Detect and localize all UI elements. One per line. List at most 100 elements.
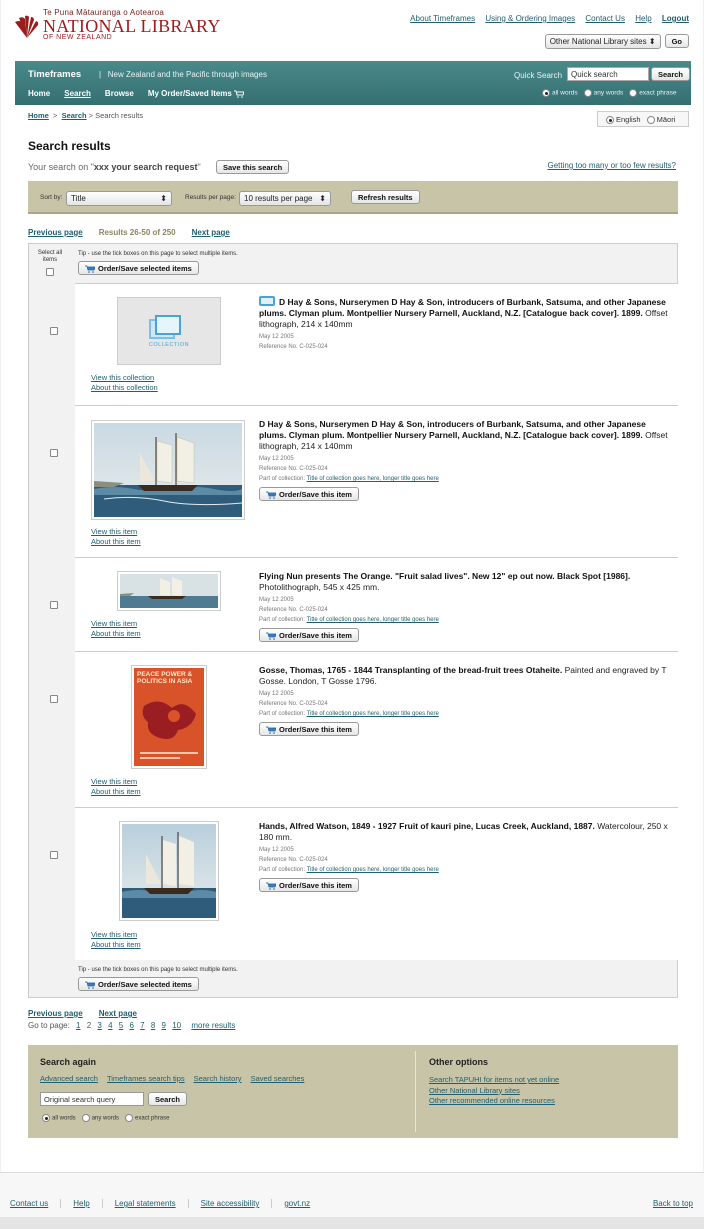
- collection-title-link[interactable]: Title of collection goes here, longer ti…: [307, 867, 439, 873]
- result-checkbox[interactable]: [50, 449, 58, 457]
- sort-by-select[interactable]: Title ⬍: [66, 191, 172, 206]
- page-link-8[interactable]: 8: [151, 1021, 155, 1030]
- result-date: May 12 2005: [259, 334, 294, 340]
- page-link-4[interactable]: 4: [108, 1021, 112, 1030]
- using-ordering-link[interactable]: Using & Ordering Images: [485, 14, 575, 23]
- result-thumbnail[interactable]: [117, 571, 221, 611]
- result-thumbnail[interactable]: [91, 420, 245, 520]
- library-logo[interactable]: Te Puna Mātauranga o Aotearoa NATIONAL L…: [13, 8, 220, 48]
- radio-exact-phrase[interactable]: exact phrase: [125, 1114, 169, 1122]
- order-selected-button[interactable]: Order/Save selected items: [78, 261, 199, 275]
- result-thumbnail[interactable]: [119, 821, 219, 921]
- order-item-button[interactable]: Order/Save this item: [259, 722, 359, 736]
- cart-icon: [85, 981, 95, 989]
- go-button[interactable]: Go: [664, 34, 689, 48]
- result-title[interactable]: D Hay & Sons, Nurserymen D Hay & Son, in…: [259, 419, 646, 440]
- footer-accessibility-link[interactable]: Site accessibility: [189, 1199, 273, 1208]
- view-item-link[interactable]: View this item: [91, 527, 137, 536]
- more-results-link[interactable]: more results: [191, 1021, 235, 1030]
- order-item-button[interactable]: Order/Save this item: [259, 628, 359, 642]
- page-link-10[interactable]: 10: [172, 1021, 181, 1030]
- footer-legal-link[interactable]: Legal statements: [103, 1199, 189, 1208]
- collection-title-link[interactable]: Title of collection goes here, longer ti…: [307, 711, 439, 717]
- result-title[interactable]: Gosse, Thomas, 1765 - 1844 Transplanting…: [259, 665, 562, 675]
- too-many-results-link[interactable]: Getting too many or too few results?: [547, 161, 676, 170]
- search-tips-link[interactable]: Timeframes search tips: [107, 1074, 185, 1083]
- view-collection-link[interactable]: View this collection: [91, 373, 154, 382]
- radio-circle-icon: [542, 89, 550, 97]
- page-link-3[interactable]: 3: [97, 1021, 101, 1030]
- breadcrumb-search[interactable]: Search: [62, 111, 87, 120]
- next-page-link[interactable]: Next page: [192, 228, 230, 237]
- previous-page-link[interactable]: Previous page: [28, 228, 83, 237]
- result-checkbox[interactable]: [50, 695, 58, 703]
- menu-home[interactable]: Home: [28, 89, 50, 98]
- collection-title-link[interactable]: Title of collection goes here, longer ti…: [307, 617, 439, 623]
- page-link-5[interactable]: 5: [119, 1021, 123, 1030]
- result-title[interactable]: D Hay & Sons, Nurserymen D Hay & Son, in…: [259, 297, 666, 318]
- back-to-top-link[interactable]: Back to top: [653, 1199, 693, 1208]
- lang-maori[interactable]: Māori: [646, 115, 675, 125]
- recommended-resources-link[interactable]: Other recommended online resources: [429, 1096, 555, 1105]
- about-item-link[interactable]: About this item: [91, 537, 141, 546]
- radio-exact-phrase[interactable]: exact phrase: [629, 89, 677, 97]
- about-collection-link[interactable]: About this collection: [91, 383, 158, 392]
- help-link[interactable]: Help: [635, 14, 651, 23]
- collection-title-link[interactable]: Title of collection goes here, longer ti…: [307, 476, 439, 482]
- result-checkbox[interactable]: [50, 327, 58, 335]
- view-item-link[interactable]: View this item: [91, 619, 137, 628]
- lang-english[interactable]: English: [606, 115, 641, 125]
- search-history-link[interactable]: Search history: [194, 1074, 242, 1083]
- result-title[interactable]: Hands, Alfred Watson, 1849 - 1927 Fruit …: [259, 821, 595, 831]
- footer-govt-link[interactable]: govt.nz: [272, 1199, 322, 1208]
- page-link-6[interactable]: 6: [129, 1021, 133, 1030]
- result-checkbox[interactable]: [50, 851, 58, 859]
- menu-browse[interactable]: Browse: [105, 89, 134, 98]
- other-sites-select[interactable]: Other National Library sites ⬍: [544, 34, 661, 49]
- quick-search-input[interactable]: Quick search: [567, 67, 649, 81]
- result-title[interactable]: Flying Nun presents The Orange. "Fruit s…: [259, 571, 630, 581]
- view-item-link[interactable]: View this item: [91, 930, 137, 939]
- search-tapuhi-link[interactable]: Search TAPUHI for items not yet online: [429, 1075, 559, 1084]
- menu-my-order[interactable]: My Order/Saved Items: [148, 89, 247, 98]
- previous-page-link[interactable]: Previous page: [28, 1009, 83, 1018]
- advanced-search-link[interactable]: Advanced search: [40, 1074, 98, 1083]
- about-timeframes-link[interactable]: About Timeframes: [410, 14, 475, 23]
- result-checkbox[interactable]: [50, 601, 58, 609]
- view-item-link[interactable]: View this item: [91, 777, 137, 786]
- radio-any-words[interactable]: any words: [583, 89, 623, 97]
- goto-page-label: Go to page:: [28, 1021, 70, 1030]
- radio-all-words[interactable]: all words: [542, 89, 578, 97]
- radio-all-words[interactable]: all words: [42, 1114, 76, 1122]
- select-all-checkbox[interactable]: [46, 268, 54, 276]
- refresh-results-button[interactable]: Refresh results: [351, 190, 420, 204]
- result-meta: May 12 2005 Reference No. C-025-024: [259, 332, 669, 352]
- page-link-1[interactable]: 1: [76, 1021, 80, 1030]
- footer-contact-link[interactable]: Contact us: [10, 1199, 62, 1208]
- next-page-link[interactable]: Next page: [99, 1009, 137, 1018]
- quick-search-button[interactable]: Search: [651, 67, 691, 81]
- about-item-link[interactable]: About this item: [91, 940, 141, 949]
- order-item-button[interactable]: Order/Save this item: [259, 487, 359, 501]
- page-link-9[interactable]: 9: [162, 1021, 166, 1030]
- logout-link[interactable]: Logout: [662, 14, 689, 23]
- footer-help-link[interactable]: Help: [61, 1199, 103, 1208]
- about-item-link[interactable]: About this item: [91, 629, 141, 638]
- collection-thumbnail[interactable]: COLLECTION: [117, 297, 221, 365]
- other-library-sites-link[interactable]: Other National Library sites: [429, 1086, 520, 1095]
- footer-links: Contact us Help Legal statements Site ac…: [10, 1199, 322, 1208]
- search-again-button[interactable]: Search: [148, 1092, 188, 1106]
- about-item-link[interactable]: About this item: [91, 787, 141, 796]
- saved-searches-link[interactable]: Saved searches: [251, 1074, 305, 1083]
- radio-any-words[interactable]: any words: [81, 1114, 119, 1122]
- result-thumbnail[interactable]: PEACE POWER & POLITICS IN ASIA: [131, 665, 207, 769]
- order-selected-button-bottom[interactable]: Order/Save selected items: [78, 977, 199, 991]
- search-again-input[interactable]: Original search query: [40, 1092, 144, 1106]
- per-page-select[interactable]: 10 results per page ⬍: [239, 191, 331, 206]
- save-search-button[interactable]: Save this search: [216, 160, 290, 174]
- breadcrumb-home[interactable]: Home: [28, 111, 49, 120]
- order-item-button[interactable]: Order/Save this item: [259, 878, 359, 892]
- contact-us-link[interactable]: Contact Us: [585, 14, 625, 23]
- page-link-7[interactable]: 7: [140, 1021, 144, 1030]
- menu-search[interactable]: Search: [64, 89, 91, 98]
